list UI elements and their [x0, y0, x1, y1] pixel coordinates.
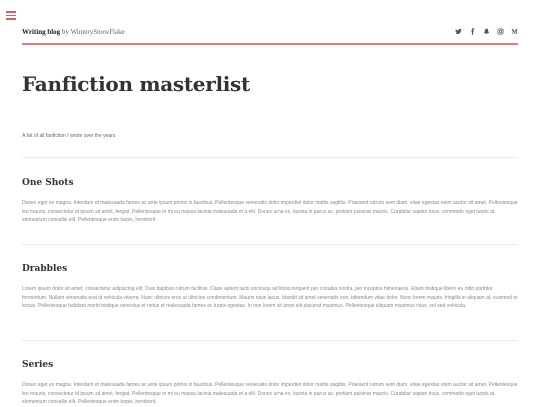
section-title-drabbles: Drabbles: [22, 264, 68, 274]
instagram-icon[interactable]: [497, 28, 504, 35]
section-text-series: Donec eget ex magna. Interdum et malesua…: [22, 382, 518, 406]
social-links: [455, 28, 518, 35]
page-title: Fanfiction masterlist: [22, 72, 250, 96]
header-accent-rule: [22, 43, 518, 45]
section-title-series: Series: [22, 360, 54, 370]
snapchat-icon[interactable]: [483, 28, 490, 35]
blog-name[interactable]: Writing blog: [22, 28, 60, 36]
medium-icon[interactable]: [511, 28, 518, 35]
site-title[interactable]: Writing blog by WinterySnowFlake: [22, 28, 125, 36]
hamburger-menu-icon[interactable]: [6, 11, 16, 20]
section-divider: [22, 244, 518, 245]
section-text-drabbles: Lorem ipsum dolor sit amet, consectetur …: [22, 286, 518, 310]
section-title-one-shots: One Shots: [22, 178, 74, 188]
author-name[interactable]: WinterySnowFlake: [71, 28, 125, 36]
section-divider: [22, 157, 518, 158]
facebook-icon[interactable]: [469, 28, 476, 35]
by-text: by: [61, 28, 69, 36]
site-header: Writing blog by WinterySnowFlake: [22, 28, 518, 42]
section-text-one-shots: Donec eget ex magna. Interdum et malesua…: [22, 200, 518, 224]
page-intro: A list of all fanfiction I wrote over th…: [22, 133, 116, 139]
twitter-icon[interactable]: [455, 28, 462, 35]
section-divider: [22, 340, 518, 341]
